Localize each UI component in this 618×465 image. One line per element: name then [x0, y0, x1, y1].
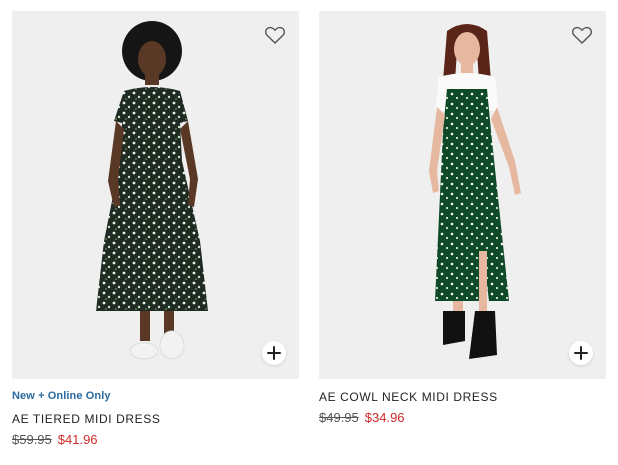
original-price: $59.95 [12, 432, 52, 447]
quick-add-plus-icon[interactable] [569, 341, 593, 365]
product-name[interactable]: AE TIERED MIDI DRESS [12, 412, 299, 426]
product-badge: New + Online Only [12, 390, 111, 402]
product-card[interactable]: New + Online Only AE TIERED MIDI DRESS $… [12, 11, 299, 447]
model-photo [429, 24, 521, 359]
product-name[interactable]: AE COWL NECK MIDI DRESS [319, 390, 606, 404]
price-row: $49.95 $34.96 [319, 410, 606, 425]
wishlist-heart-icon[interactable] [263, 23, 287, 47]
sale-price: $34.96 [364, 410, 405, 425]
price-row: $59.95 $41.96 [12, 432, 299, 447]
product-image[interactable] [12, 11, 299, 379]
sale-price: $41.96 [57, 432, 98, 447]
quick-add-plus-icon[interactable] [262, 341, 286, 365]
wishlist-heart-icon[interactable] [570, 23, 594, 47]
product-card[interactable]: AE COWL NECK MIDI DRESS $49.95 $34.96 [319, 11, 606, 425]
product-image[interactable] [319, 11, 606, 379]
original-price: $49.95 [319, 410, 359, 425]
model-photo [96, 21, 208, 360]
